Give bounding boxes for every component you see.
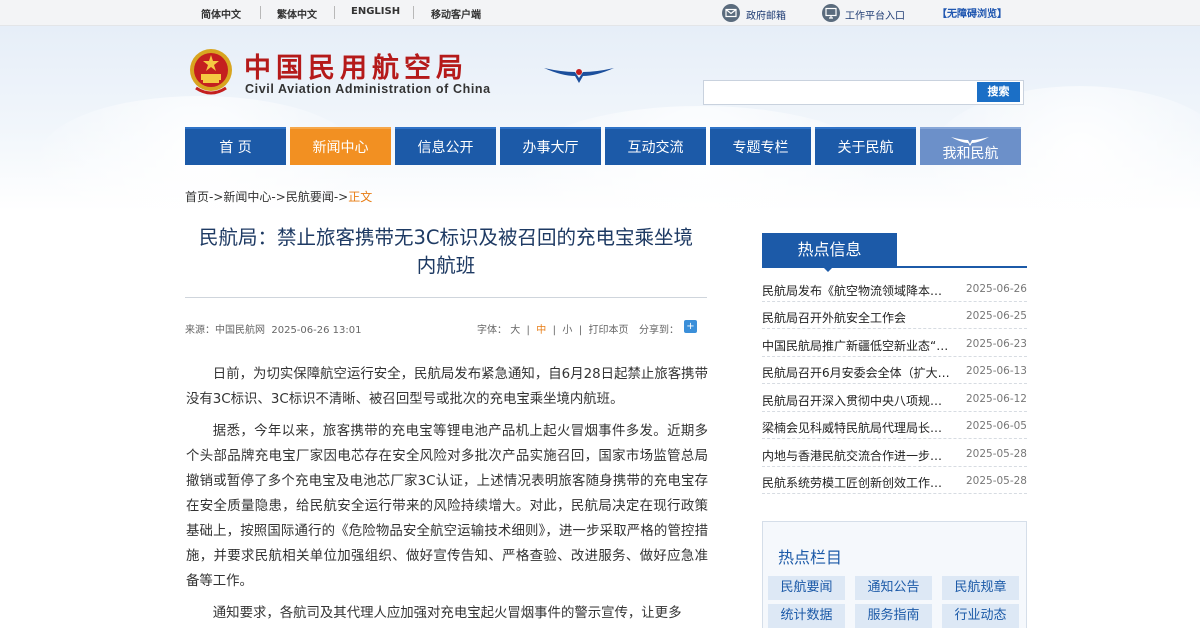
search-input[interactable]	[703, 80, 1024, 105]
news-title[interactable]: 内地与香港民航交流合作进一步走深走实	[762, 447, 954, 464]
divider	[260, 6, 261, 19]
news-date: 2025-05-28	[965, 475, 1027, 487]
news-title[interactable]: 民航局发布《航空物流领域降本提质增效行动方案》	[762, 282, 954, 299]
news-list-item[interactable]: 民航局发布《航空物流领域降本提质增效行动方案》 2025-06-26	[762, 275, 1027, 302]
news-list-item[interactable]: 民航局召开外航安全工作会 2025-06-25	[762, 302, 1027, 329]
breadcrumb-arrow: ->	[333, 190, 349, 204]
monitor-icon	[822, 4, 840, 22]
search-button[interactable]: 搜索	[977, 82, 1020, 102]
news-date: 2025-06-26	[965, 283, 1027, 295]
nav-news-center[interactable]: 新闻中心	[290, 127, 391, 165]
breadcrumb-arrow: ->	[209, 190, 224, 204]
font-size-label: 字体：	[477, 325, 507, 336]
caac-wing-logo-icon	[544, 68, 614, 83]
title-divider	[185, 297, 707, 298]
news-list-item[interactable]: 中国民航局推广新疆低空新业态“低空+” 2025-06-23	[762, 330, 1027, 357]
divider	[413, 6, 414, 19]
news-title[interactable]: 民航系统劳模工匠创新创效工作座谈会召开	[762, 474, 954, 491]
news-date: 2025-06-23	[965, 338, 1027, 350]
font-size-tools: 字体： 大 | 中 | 小 | 打印本页	[477, 321, 628, 336]
nav-special-topics[interactable]: 专题专栏	[710, 127, 811, 165]
news-title[interactable]: 民航局召开外航安全工作会	[762, 309, 954, 326]
column-aviation-news-button[interactable]: 民航要闻	[768, 576, 845, 600]
column-notices-button[interactable]: 通知公告	[855, 576, 932, 600]
wing-icon	[951, 137, 989, 146]
breadcrumb-home[interactable]: 首页	[185, 190, 209, 204]
breadcrumb-current: 正文	[348, 190, 373, 204]
font-medium-button[interactable]: 中	[536, 325, 546, 336]
article-title-line: 内航班	[416, 254, 476, 277]
nav-info-disclosure[interactable]: 信息公开	[395, 127, 496, 165]
site-title-en: Civil Aviation Administration of China	[245, 82, 491, 96]
article-title: 民航局：禁止旅客携带无3C标识及被召回的充电宝乘坐境 内航班	[185, 224, 707, 280]
news-date: 2025-06-05	[965, 420, 1027, 432]
news-list-item[interactable]: 内地与香港民航交流合作进一步走深走实 2025-05-28	[762, 440, 1027, 467]
nav-me-and-caac-label: 我和民航	[942, 146, 999, 162]
news-date: 2025-06-12	[965, 393, 1027, 405]
news-date: 2025-05-28	[965, 448, 1027, 460]
news-date: 2025-06-25	[965, 310, 1027, 322]
article-paragraph: 日前，为切实保障航空运行安全，民航局发布紧急通知，自6月28日起禁止旅客携带没有…	[186, 367, 708, 407]
news-list-item[interactable]: 民航局召开深入贯彻中央八项规定精神学习教育 2025-06-12	[762, 385, 1027, 412]
article-paragraph: 据悉，今年以来，旅客携带的充电宝等锂电池产品机上起火冒烟事件多发。近期多个头部品…	[186, 424, 708, 589]
accessibility-link[interactable]: 【无障碍浏览】	[937, 5, 1007, 20]
lang-traditional-link[interactable]: 繁体中文	[277, 6, 317, 21]
news-list-item[interactable]: 梁楠会见科威特民航局代理局长杜维什 2025-06-05	[762, 412, 1027, 439]
gov-mail-link[interactable]: 政府邮箱	[746, 7, 786, 22]
news-title[interactable]: 梁楠会见科威特民航局代理局长杜维什	[762, 419, 954, 436]
hot-info-underline	[762, 266, 1027, 268]
news-title[interactable]: 民航局召开深入贯彻中央八项规定精神学习教育	[762, 392, 954, 409]
news-list-item[interactable]: 民航系统劳模工匠创新创效工作座谈会召开 2025-05-28	[762, 467, 1027, 494]
article-time: 2025-06-26 13:01	[271, 325, 362, 336]
nav-about[interactable]: 关于民航	[815, 127, 916, 165]
news-date: 2025-06-13	[965, 365, 1027, 377]
news-title[interactable]: 民航局召开6月安委会全体（扩大）会议	[762, 364, 954, 381]
divider: |	[526, 325, 530, 336]
font-large-button[interactable]: 大	[510, 325, 520, 336]
article-source: 来源：中国民航网	[185, 325, 265, 336]
breadcrumb-news-center[interactable]: 新闻中心	[223, 190, 271, 204]
article-body: 日前，为切实保障航空运行安全，民航局发布紧急通知，自6月28日起禁止旅客携带没有…	[186, 362, 708, 628]
divider	[334, 6, 335, 19]
work-platform-link[interactable]: 工作平台入口	[845, 7, 905, 22]
article-title-line: 民航局：禁止旅客携带无3C标识及被召回的充电宝乘坐境	[198, 226, 694, 249]
breadcrumb: 首页->新闻中心->民航要闻->正文	[185, 188, 372, 205]
divider: |	[552, 325, 557, 336]
hot-columns-title: 热点栏目	[778, 548, 843, 567]
hot-info-title: 热点信息	[762, 233, 897, 266]
news-title[interactable]: 中国民航局推广新疆低空新业态“低空+”	[762, 337, 954, 354]
nav-me-and-caac[interactable]: 我和民航	[920, 127, 1021, 165]
lang-simplified-link[interactable]: 简体中文	[201, 6, 241, 21]
column-statistics-button[interactable]: 统计数据	[768, 604, 845, 628]
column-service-guide-button[interactable]: 服务指南	[855, 604, 932, 628]
share-label: 分享到：	[639, 325, 679, 336]
nav-home[interactable]: 首 页	[185, 127, 286, 165]
breadcrumb-aviation-news[interactable]: 民航要闻	[286, 190, 334, 204]
lang-english-link[interactable]: ENGLISH	[351, 6, 400, 17]
nav-service-hall[interactable]: 办事大厅	[500, 127, 601, 165]
divider: |	[578, 325, 583, 336]
column-regulations-button[interactable]: 民航规章	[942, 576, 1019, 600]
top-bar: 简体中文 繁体中文 ENGLISH 移动客户端 政府邮箱 工作平台入口 【无障碍…	[0, 0, 1200, 26]
mail-icon	[722, 4, 740, 22]
nav-interaction[interactable]: 互动交流	[605, 127, 706, 165]
article-meta: 来源：中国民航网 2025-06-26 13:01	[185, 321, 361, 336]
national-emblem-icon	[190, 49, 232, 95]
font-small-button[interactable]: 小	[562, 325, 572, 336]
article-paragraph: 通知要求，各航司及其代理人应加强对充电宝起火冒烟事件的警示宣传，让更多	[212, 606, 682, 621]
mobile-client-link[interactable]: 移动客户端	[431, 6, 481, 21]
breadcrumb-arrow: ->	[271, 190, 286, 204]
column-industry-news-button[interactable]: 行业动态	[942, 604, 1019, 628]
share-plus-icon[interactable]: +	[684, 320, 697, 333]
print-page-button[interactable]: 打印本页	[588, 325, 628, 336]
news-list-item[interactable]: 民航局召开6月安委会全体（扩大）会议 2025-06-13	[762, 357, 1027, 384]
site-title-cn: 中国民用航空局	[244, 53, 468, 84]
site-header: 中国民用航空局 Civil Aviation Administration of…	[0, 26, 1200, 226]
